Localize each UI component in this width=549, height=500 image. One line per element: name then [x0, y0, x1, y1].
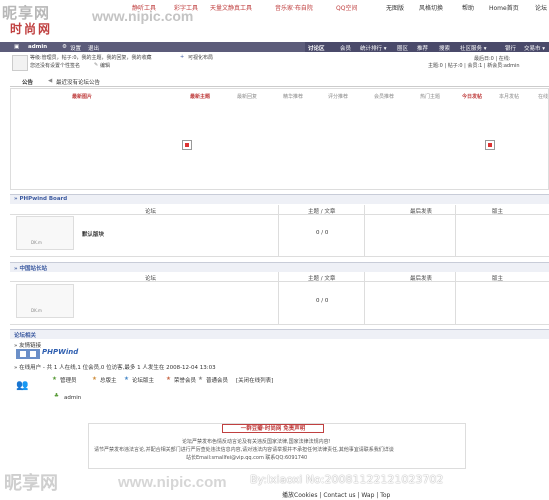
- legend-super-mod: 总版主: [100, 378, 117, 384]
- forum-count: 0 / 0: [316, 230, 329, 236]
- column-divider: [455, 272, 456, 325]
- top-link-5[interactable]: QQ空间: [336, 3, 357, 12]
- nav-search[interactable]: 搜索: [439, 44, 450, 52]
- disclaimer-line-3: 站长Email:smallfei@vip.qq.com 联系QQ:6091740: [186, 455, 308, 461]
- broken-image-icon: [182, 140, 192, 150]
- nav-circle[interactable]: 圈区: [397, 44, 408, 52]
- nav-rankings[interactable]: 统计排行 ▾: [360, 44, 387, 52]
- star-icon: ★: [124, 376, 129, 382]
- forum-row[interactable]: DK.m 0 / 0: [10, 280, 549, 325]
- tab-latest-replies[interactable]: 最新回复: [237, 93, 257, 100]
- user-info-line: 等级:管理员，帖子:0，我的主题，我的回复，我的收藏: [30, 55, 152, 61]
- hot-content-box: [10, 88, 549, 190]
- column-divider: [455, 205, 456, 256]
- forum-image: DK.m: [16, 216, 74, 250]
- signature-text: 您还没有设置个性签名: [30, 63, 81, 69]
- nav-recommend[interactable]: 推荐: [417, 44, 428, 52]
- people-icon: 👥: [16, 380, 29, 391]
- close-online-list-link[interactable]: [关闭在线列表]: [236, 376, 273, 384]
- online-users-summary: » 在线用户 - 共 1 人在线,1 位会员,0 位访客,最多 1 人发生在 2…: [14, 365, 216, 371]
- plus-icon: +: [180, 54, 185, 60]
- visual-layout-link[interactable]: 可视化布局: [188, 54, 213, 61]
- legend-honor: 荣誉会员: [174, 378, 197, 384]
- section-title: » 中国站长站: [14, 266, 47, 272]
- online-user-link[interactable]: admin: [64, 395, 81, 401]
- friend-logo-text: PHPWind: [42, 348, 79, 356]
- watermark-id: By:lxiaoxi No:20081122121023702: [250, 473, 444, 486]
- edit-signature-link[interactable]: 编辑: [100, 62, 110, 69]
- tab-month-posts[interactable]: 本月发帖: [499, 93, 519, 100]
- disclaimer-title: 一群豆瓣·时尚网 免责声明: [222, 424, 324, 433]
- disclaimer-line-1: 论坛严禁发布色情反动言论及有关违反国家法律,国家法律法规内容!: [182, 439, 331, 445]
- site-logo[interactable]: 时尚网: [10, 20, 52, 37]
- top-link-2[interactable]: 彩字工具: [174, 3, 198, 12]
- section-title: » PHPwind Board: [14, 196, 68, 202]
- top-link-noimg[interactable]: 无图版: [386, 3, 404, 12]
- star-icon: ★: [166, 376, 171, 382]
- tab-today-posts[interactable]: 今日发帖: [462, 93, 482, 100]
- section-header-related[interactable]: 论坛相关: [10, 329, 549, 339]
- gear-icon: ⚙: [62, 44, 67, 50]
- pencil-icon: ✎: [94, 62, 99, 68]
- top-link-forum[interactable]: 论坛: [535, 3, 547, 12]
- disclaimer-line-2: 请节严禁发布违法言论,并配合相关部门进行严厉查处违法信息内容,请对违法内容请举报…: [94, 447, 394, 453]
- tab-online[interactable]: 在线: [538, 93, 548, 100]
- top-link-4[interactable]: 音乐家·布自院: [275, 3, 313, 12]
- column-divider: [278, 205, 279, 256]
- section-header-china[interactable]: » 中国站长站: [10, 262, 549, 272]
- announcement-bar: 公告 ◀ 最近没有论坛公告: [10, 76, 549, 87]
- broken-image-icon: [485, 140, 495, 150]
- star-icon: ★: [92, 376, 97, 382]
- top-link-1[interactable]: 静听工具: [132, 3, 156, 12]
- settings-link[interactable]: 设置: [70, 44, 81, 52]
- nav-forums[interactable]: 讨论区: [308, 44, 325, 52]
- announcement-label: 公告: [22, 80, 34, 86]
- section-title: 论坛相关: [14, 333, 37, 339]
- speaker-icon: ◀: [48, 78, 53, 84]
- top-link-style[interactable]: 风格切换: [419, 3, 443, 12]
- nav-services[interactable]: 社区服务 ▾: [460, 44, 487, 52]
- username-link[interactable]: admin: [28, 44, 47, 50]
- forum-stats: 主题:0 | 帖子:0 | 会员:1 | 新会员:admin: [428, 63, 520, 69]
- main-nav: 讨论区 会员 统计排行 ▾ 圈区 推荐 搜索 社区服务 ▾ 银行 交易市 ▾: [305, 42, 549, 52]
- nav-bank[interactable]: 银行: [505, 44, 516, 52]
- announcement-text: 最近没有论坛公告: [56, 80, 101, 86]
- watermark-bottom-url: www.nipic.com: [118, 474, 227, 491]
- tab-member-rec[interactable]: 会员推荐: [374, 93, 394, 100]
- star-icon: ★: [198, 376, 203, 382]
- logout-link[interactable]: 退出: [88, 44, 99, 52]
- column-divider: [364, 205, 365, 256]
- nav-members[interactable]: 会员: [340, 44, 351, 52]
- user-avatar-icon: ▣: [14, 44, 20, 50]
- legend-member: 普通会员: [206, 378, 229, 384]
- column-divider: [278, 272, 279, 325]
- tab-rating[interactable]: 评分推荐: [328, 93, 348, 100]
- today-stats: 最后日:0 | 在线:: [474, 56, 511, 62]
- forum-count: 0 / 0: [316, 298, 329, 304]
- user-icon: ♣: [54, 393, 59, 399]
- forum-image: DK.m: [16, 284, 74, 318]
- column-divider: [364, 272, 365, 325]
- star-icon: ★: [52, 376, 57, 382]
- watermark-bottom-logo: 昵享网: [4, 473, 58, 494]
- top-link-help[interactable]: 帮助: [462, 3, 474, 12]
- legend-mod: 论坛版主: [132, 378, 155, 384]
- user-avatar[interactable]: [12, 55, 28, 71]
- nav-market[interactable]: 交易市 ▾: [524, 44, 545, 52]
- top-link-home[interactable]: Home首页: [489, 3, 519, 12]
- tab-digest[interactable]: 精华推荐: [283, 93, 303, 100]
- tab-latest-images[interactable]: 最新图片: [72, 93, 92, 100]
- legend-admin: 管理员: [60, 378, 77, 384]
- forum-name-link[interactable]: 默认版块: [82, 230, 104, 238]
- forum-row[interactable]: DK.m 默认版块 0 / 0: [10, 212, 549, 257]
- tab-latest-topics[interactable]: 最新主题: [190, 93, 210, 100]
- footer-links[interactable]: 播放Cookies | Contact us | Wap | Top: [282, 490, 390, 499]
- tab-hot-topics[interactable]: 热门主题: [420, 93, 440, 100]
- section-header-phpwind[interactable]: » PHPwind Board: [10, 194, 549, 204]
- top-link-3[interactable]: 天量文静真工具: [210, 3, 252, 12]
- friend-link-logo[interactable]: PHPWind: [16, 348, 94, 360]
